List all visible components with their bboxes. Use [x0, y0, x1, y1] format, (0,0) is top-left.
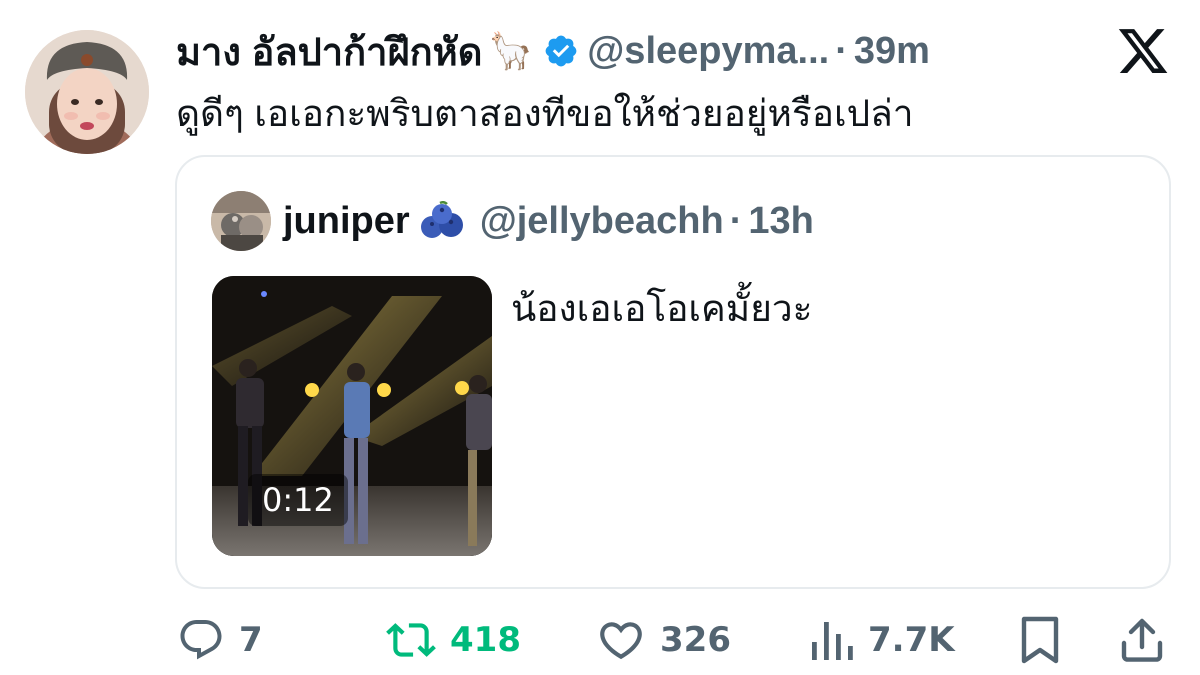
quote-text: น้องเอเอโอเคมั้ยวะ	[511, 288, 813, 329]
author-avatar-image	[25, 30, 149, 154]
views-chart-icon	[810, 616, 854, 664]
separator-dot: ·	[835, 29, 848, 72]
x-logo-icon[interactable]	[1116, 24, 1170, 78]
quote-timestamp[interactable]: 13h	[748, 200, 813, 243]
author-avatar[interactable]	[25, 30, 149, 154]
views-button[interactable]: 7.7K	[810, 608, 955, 672]
video-duration: 0:12	[248, 474, 348, 526]
bookmark-button[interactable]	[1018, 608, 1062, 672]
author-handle[interactable]: @sleepyma...	[587, 30, 829, 73]
repost-icon	[386, 615, 436, 665]
tweet-timestamp[interactable]: 39m	[854, 30, 930, 73]
reply-button[interactable]: 7	[177, 608, 263, 672]
name-emoji: 🦙	[488, 30, 534, 71]
like-count: 326	[660, 620, 731, 660]
quote-avatar-image	[211, 191, 271, 251]
heart-icon	[596, 615, 646, 665]
reply-count: 7	[239, 620, 263, 660]
quote-display-name[interactable]: juniper	[283, 200, 410, 243]
reply-icon	[177, 616, 225, 664]
share-button[interactable]	[1118, 608, 1166, 672]
quote-tweet-card[interactable]: juniper @jellybeachh · 13h 0:12 น้องเอเอ…	[175, 155, 1171, 589]
tweet-header: มาง อัลปาก้าฝึกหัด 🦙 @sleepyma... · 39m	[176, 26, 930, 76]
views-count: 7.7K	[868, 620, 955, 660]
quote-video-thumbnail[interactable]: 0:12	[212, 276, 492, 556]
quote-separator-dot: ·	[729, 199, 743, 242]
repost-button[interactable]: 418	[386, 608, 521, 672]
blueberries-emoji-icon	[418, 201, 466, 241]
tweet-text: ดูดีๆ เอเอกะพริบตาสองทีขอให้ช่วยอยู่หรือ…	[176, 93, 914, 134]
repost-count: 418	[450, 620, 521, 660]
verified-badge-icon	[543, 33, 579, 69]
quote-author-handle[interactable]: @jellybeachh	[480, 200, 724, 243]
author-display-name[interactable]: มาง อัลปาก้าฝึกหัด	[176, 21, 482, 82]
action-bar: 7 418 326 7.7K	[0, 608, 1200, 672]
bookmark-icon	[1018, 615, 1062, 665]
quote-author-avatar[interactable]	[211, 191, 271, 251]
like-button[interactable]: 326	[596, 608, 731, 672]
quote-header: juniper @jellybeachh · 13h	[211, 191, 814, 251]
share-icon	[1118, 615, 1166, 665]
